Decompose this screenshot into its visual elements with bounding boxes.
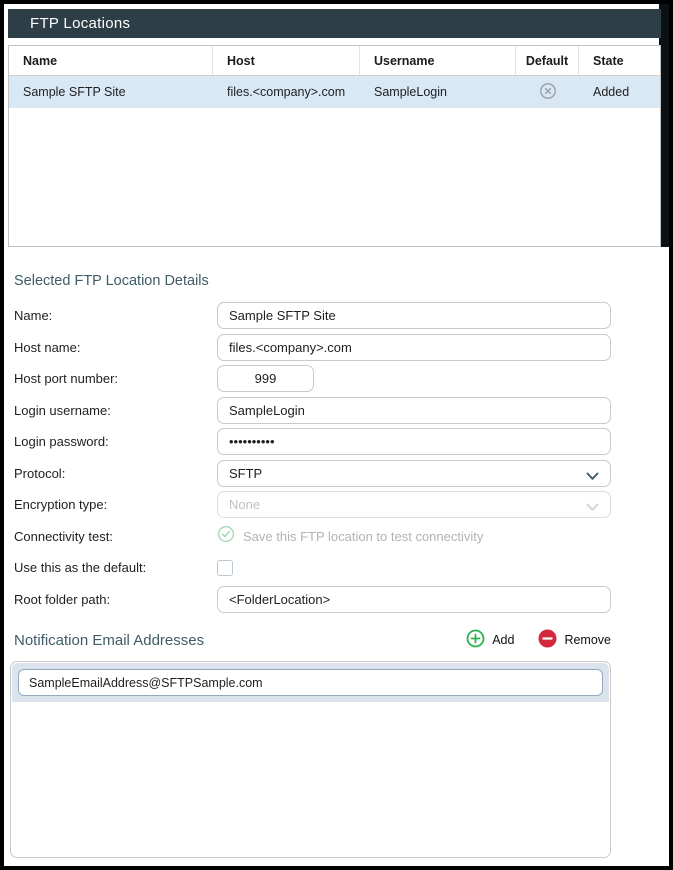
table-row[interactable]: Sample SFTP Site files.<company>.com Sam… (9, 76, 660, 108)
encryption-selected-value: None (229, 497, 260, 512)
protocol-select[interactable]: SFTP (217, 460, 611, 487)
host-name-field[interactable] (217, 334, 611, 361)
add-email-button[interactable]: Add (466, 629, 514, 651)
email-action-buttons: Add Remove (466, 629, 611, 651)
table-header-row: Name Host Username Default State (9, 46, 660, 76)
form-row-encryption: Encryption type: None (14, 489, 611, 521)
window-title-bar: FTP Locations (8, 9, 661, 38)
root-folder-field[interactable] (217, 586, 611, 613)
form-row-connectivity: Connectivity test: Save this FTP locatio… (14, 521, 611, 553)
login-username-label: Login username: (14, 403, 217, 418)
host-port-field[interactable] (217, 365, 314, 392)
login-password-field[interactable] (217, 428, 611, 455)
email-address-list (10, 661, 611, 858)
remove-circle-icon (538, 629, 557, 651)
details-form: Name: Host name: Host port number: Login… (14, 300, 611, 615)
ftp-locations-table: Name Host Username Default State Sample … (8, 45, 661, 247)
remove-button-label: Remove (564, 633, 611, 647)
check-circle-icon (217, 525, 235, 548)
ftp-locations-window: FTP Locations Name Host Username Default… (0, 0, 673, 870)
column-header-host[interactable]: Host (213, 46, 360, 75)
column-header-username[interactable]: Username (360, 46, 516, 75)
host-port-label: Host port number: (14, 371, 217, 386)
login-username-field[interactable] (217, 397, 611, 424)
page-title: FTP Locations (30, 15, 130, 32)
row-name-cell: Sample SFTP Site (9, 76, 213, 108)
form-row-host: Host name: (14, 332, 611, 364)
form-row-name: Name: (14, 300, 611, 332)
use-default-label: Use this as the default: (14, 560, 217, 575)
column-header-state[interactable]: State (579, 46, 660, 75)
form-row-use-default: Use this as the default: (14, 552, 611, 584)
email-address-input[interactable] (18, 669, 603, 696)
form-row-port: Host port number: (14, 363, 611, 395)
notification-section-header: Notification Email Addresses Add (14, 628, 611, 652)
name-label: Name: (14, 308, 217, 323)
notification-heading: Notification Email Addresses (14, 632, 204, 649)
row-state-cell: Added (579, 76, 660, 108)
use-default-checkbox[interactable] (217, 560, 233, 576)
add-circle-icon (466, 629, 485, 651)
chevron-down-icon (586, 500, 599, 515)
connectivity-status: Save this FTP location to test connectiv… (217, 525, 483, 548)
root-folder-label: Root folder path: (14, 592, 217, 607)
login-password-label: Login password: (14, 434, 217, 449)
remove-email-button[interactable]: Remove (538, 629, 611, 651)
form-row-protocol: Protocol: SFTP (14, 458, 611, 490)
column-header-default[interactable]: Default (516, 46, 579, 75)
name-field[interactable] (217, 302, 611, 329)
encryption-type-label: Encryption type: (14, 497, 217, 512)
form-row-password: Login password: (14, 426, 611, 458)
chevron-down-icon (586, 469, 599, 484)
protocol-label: Protocol: (14, 466, 217, 481)
connectivity-message: Save this FTP location to test connectiv… (243, 529, 483, 544)
row-host-cell: files.<company>.com (213, 76, 360, 108)
protocol-selected-value: SFTP (229, 466, 262, 481)
row-default-cell (516, 76, 579, 108)
add-button-label: Add (492, 633, 514, 647)
circle-x-icon (539, 82, 557, 103)
row-username-cell: SampleLogin (360, 76, 516, 108)
column-header-name[interactable]: Name (9, 46, 213, 75)
encryption-type-select: None (217, 491, 611, 518)
connectivity-test-label: Connectivity test: (14, 529, 217, 544)
email-list-item[interactable] (12, 663, 609, 702)
form-row-root-folder: Root folder path: (14, 584, 611, 616)
host-name-label: Host name: (14, 340, 217, 355)
form-row-username: Login username: (14, 395, 611, 427)
details-section-heading: Selected FTP Location Details (14, 273, 209, 289)
